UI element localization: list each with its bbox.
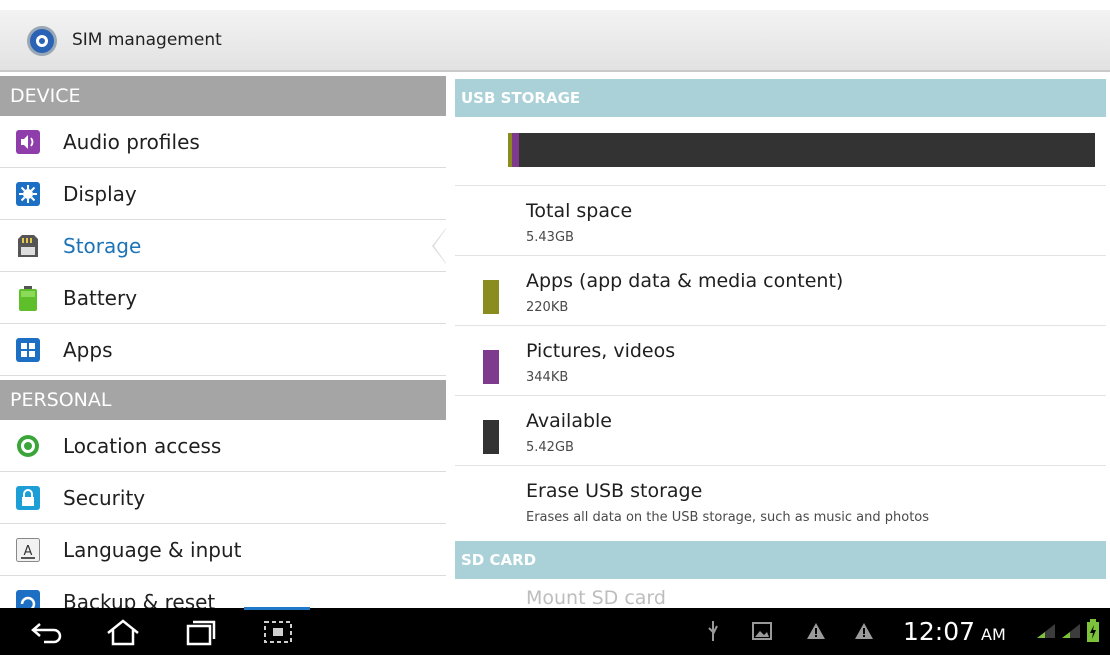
- battery-charging-icon: [1086, 619, 1100, 647]
- row-title: Pictures, videos: [526, 340, 676, 362]
- signal-icon: [1035, 622, 1057, 650]
- storage-row-total-space: Total space 5.43GB: [455, 185, 1106, 255]
- home-icon[interactable]: [105, 618, 141, 646]
- row-value: 344KB: [526, 370, 569, 385]
- row-value: 5.43GB: [526, 230, 574, 245]
- settings-sidebar: DEVICE Audio profiles Display Storage Ba…: [0, 74, 446, 608]
- sidebar-item-storage[interactable]: Storage: [0, 220, 446, 272]
- row-title: Apps (app data & media content): [526, 270, 844, 292]
- pictures-color-swatch: [483, 350, 499, 384]
- sim-management-icon[interactable]: [24, 23, 60, 59]
- usage-segment-pictures: [512, 133, 519, 167]
- sidebar-item-label: Apps: [63, 338, 113, 362]
- sidebar-item-label: Location access: [63, 434, 222, 458]
- sidebar-item-language-input[interactable]: A Language & input: [0, 524, 446, 576]
- row-title: Mount SD card: [526, 587, 666, 608]
- lock-icon: [16, 486, 40, 510]
- storage-row-pictures-videos[interactable]: Pictures, videos 344KB: [455, 325, 1106, 395]
- apps-icon: [16, 338, 40, 362]
- erase-usb-storage-button[interactable]: Erase USB storage Erases all data on the…: [455, 465, 1106, 535]
- usb-storage-header: USB STORAGE: [455, 79, 1106, 117]
- sidebar-item-label: Audio profiles: [63, 130, 200, 154]
- backup-icon: [16, 590, 40, 608]
- warning-icon: [854, 622, 874, 650]
- selected-indicator: [432, 228, 446, 264]
- action-bar: SIM management: [0, 10, 1110, 72]
- sidebar-item-audio-profiles[interactable]: Audio profiles: [0, 116, 446, 168]
- sidebar-item-apps[interactable]: Apps: [0, 324, 446, 376]
- sidebar-item-label: Battery: [63, 286, 138, 310]
- sidebar-item-security[interactable]: Security: [0, 472, 446, 524]
- storage-usage-bar: [508, 133, 1095, 167]
- audio-profiles-icon: [16, 130, 40, 154]
- sidebar-item-label: Security: [63, 486, 146, 510]
- sidebar-item-display[interactable]: Display: [0, 168, 446, 220]
- storage-panel: USB STORAGE Total space 5.43GB Apps (app…: [455, 74, 1106, 608]
- storage-row-available: Available 5.42GB: [455, 395, 1106, 465]
- available-color-swatch: [483, 420, 499, 454]
- sidebar-item-label: Display: [63, 182, 137, 206]
- clock: 12:07 AM: [903, 617, 1006, 646]
- image-icon: [752, 622, 772, 650]
- sidebar-item-label: Storage: [63, 234, 142, 258]
- sd-card-header: SD CARD: [455, 541, 1106, 579]
- mount-sd-card-button[interactable]: Mount SD card: [455, 579, 1106, 608]
- sidebar-item-label: Backup & reset: [63, 590, 216, 608]
- clock-time: 12:07: [903, 617, 976, 646]
- row-title: Total space: [526, 200, 633, 222]
- system-navigation-bar: 12:07 AM: [0, 607, 1110, 655]
- section-header-device: DEVICE: [0, 76, 446, 116]
- signal-icon: [1060, 622, 1082, 650]
- language-icon: A: [16, 538, 40, 562]
- section-header-personal: PERSONAL: [0, 380, 446, 420]
- clock-ampm: AM: [981, 625, 1006, 644]
- row-description: Erases all data on the USB storage, such…: [526, 510, 930, 525]
- storage-row-apps[interactable]: Apps (app data & media content) 220KB: [455, 255, 1106, 325]
- battery-icon: [16, 286, 40, 311]
- sidebar-item-location-access[interactable]: Location access: [0, 420, 446, 472]
- location-icon: [16, 434, 40, 458]
- screenshot-icon[interactable]: [244, 607, 310, 646]
- sidebar-item-label: Language & input: [63, 538, 242, 562]
- row-title: Available: [526, 410, 613, 432]
- display-icon: [16, 182, 40, 206]
- recent-apps-icon[interactable]: [185, 618, 217, 646]
- sidebar-item-backup-reset[interactable]: Backup & reset: [0, 576, 446, 608]
- back-icon[interactable]: [30, 618, 64, 646]
- svg-text:A: A: [24, 544, 33, 559]
- row-title: Erase USB storage: [526, 480, 703, 502]
- page-title: SIM management: [72, 30, 222, 50]
- storage-icon: [16, 234, 40, 258]
- apps-color-swatch: [483, 280, 499, 314]
- warning-icon: [806, 622, 826, 650]
- usb-icon: [706, 620, 720, 648]
- row-value: 5.42GB: [526, 440, 574, 455]
- row-value: 220KB: [526, 300, 569, 315]
- sidebar-item-battery[interactable]: Battery: [0, 272, 446, 324]
